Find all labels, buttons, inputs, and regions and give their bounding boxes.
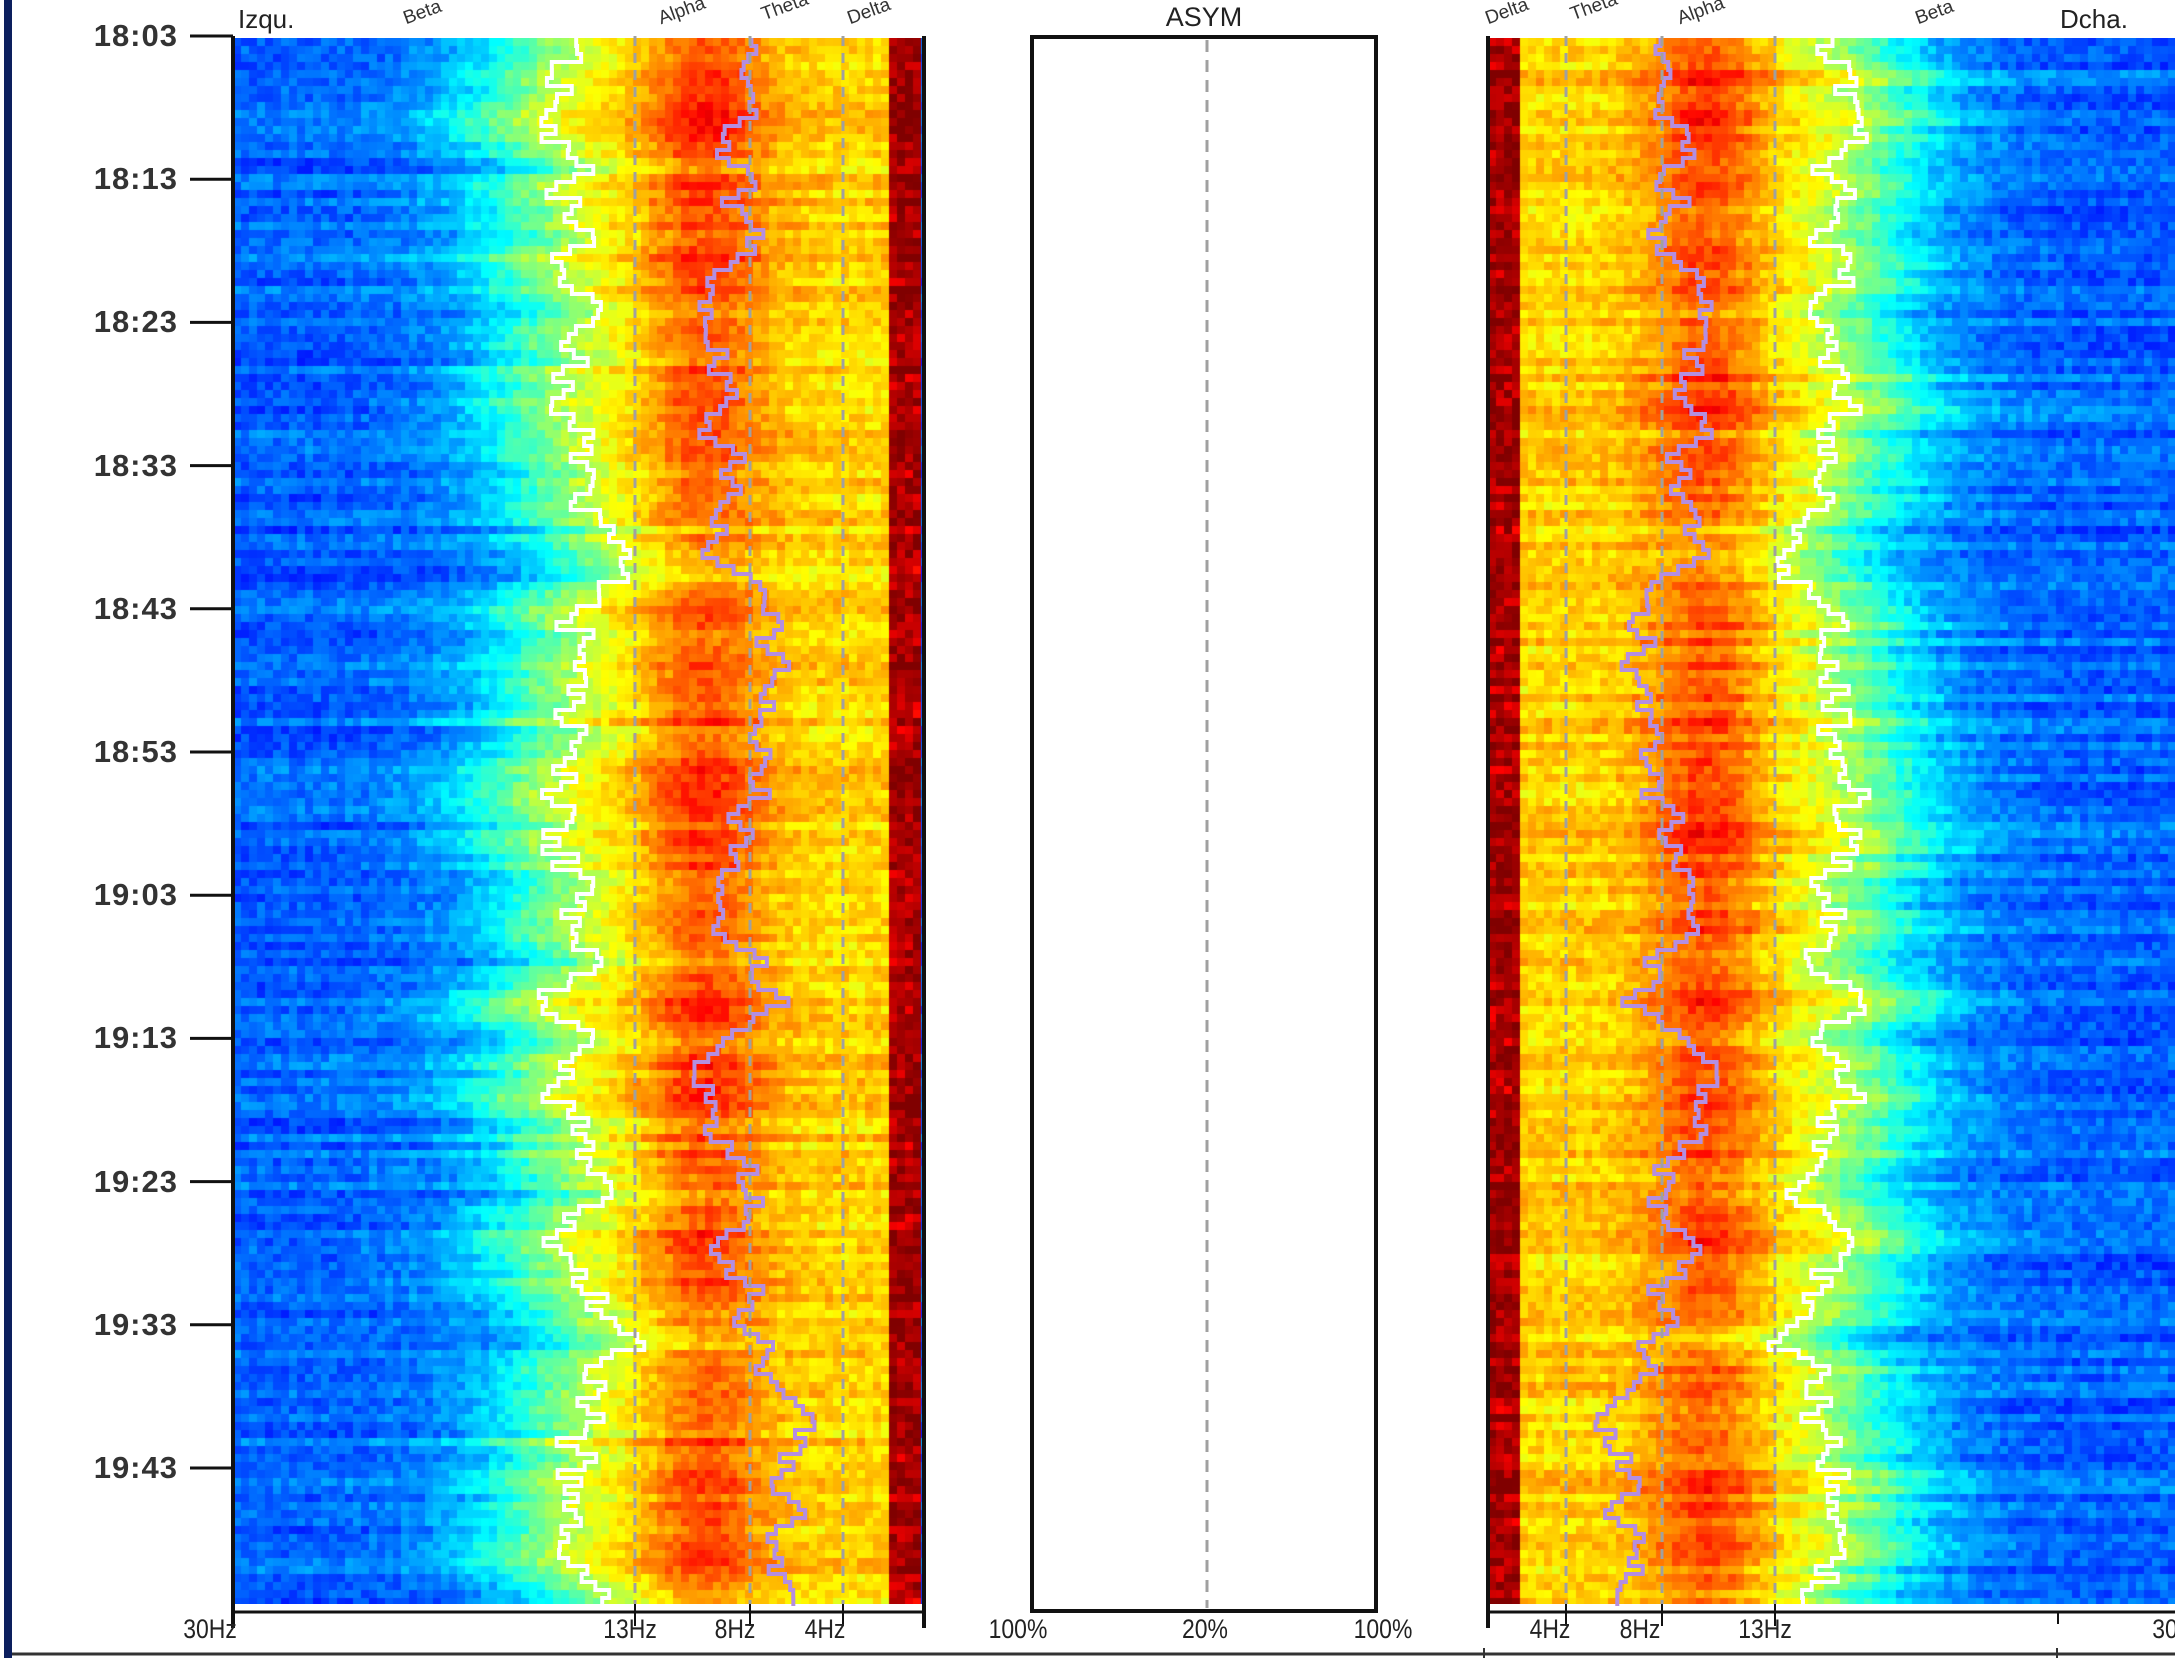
time-tick-label: 19:03 <box>8 877 178 913</box>
asym-title: ASYM <box>1166 2 1243 33</box>
time-tick-label: 18:23 <box>8 304 178 340</box>
right-x-tick-4hz: 4Hz <box>1530 1614 1571 1645</box>
time-tick-label: 19:13 <box>8 1020 178 1056</box>
chart-overlay <box>0 0 2175 1658</box>
right-panel-label: Dcha. <box>2060 4 2128 35</box>
left-x-tick-8hz: 8Hz <box>715 1614 756 1645</box>
asym-panel-frame <box>1032 37 1376 1611</box>
asym-x-tick-center: 20% <box>1182 1614 1228 1645</box>
right-edge-frequency-line <box>1769 38 1870 1606</box>
left-x-tick-30hz: 30Hz <box>183 1614 237 1645</box>
time-tick-label: 19:23 <box>8 1164 178 1200</box>
asym-x-tick-right: 100% <box>1354 1614 1413 1645</box>
time-tick-label: 18:13 <box>8 161 178 197</box>
left-edge-frequency-line <box>539 38 644 1606</box>
left-median-frequency-line <box>694 38 815 1606</box>
time-tick-label: 19:43 <box>8 1450 178 1486</box>
right-x-tick-30hz: 30 <box>2152 1614 2175 1645</box>
right-median-frequency-line <box>1596 38 1718 1606</box>
left-x-tick-4hz: 4Hz <box>805 1614 846 1645</box>
left-x-tick-13hz: 13Hz <box>603 1614 657 1645</box>
time-tick-label: 19:33 <box>8 1307 178 1343</box>
right-x-tick-8hz: 8Hz <box>1620 1614 1661 1645</box>
time-tick-label: 18:43 <box>8 591 178 627</box>
right-x-tick-13hz: 13Hz <box>1738 1614 1792 1645</box>
time-tick-label: 18:53 <box>8 734 178 770</box>
left-panel-label: Izqu. <box>238 4 294 35</box>
time-tick-label: 18:33 <box>8 448 178 484</box>
asym-x-tick-left: 100% <box>989 1614 1048 1645</box>
time-tick-label: 18:03 <box>8 18 178 54</box>
